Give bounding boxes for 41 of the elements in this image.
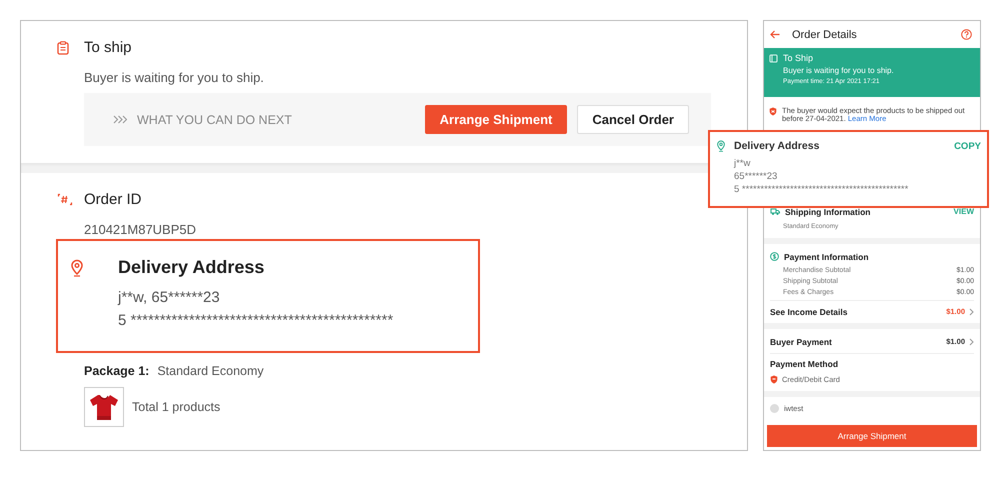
address-line: 5 ********************************************* xyxy=(734,183,910,196)
section-title: Order ID xyxy=(84,191,142,208)
chevron-right-icon xyxy=(969,308,974,316)
status-title: To Ship xyxy=(783,53,814,63)
delivery-address-title: Delivery Address xyxy=(118,257,266,278)
next-actions-label: WHAT YOU CAN DO NEXT xyxy=(137,112,293,126)
view-link[interactable]: VIEW xyxy=(954,207,974,216)
shipping-option: Standard Economy xyxy=(157,364,264,378)
dollar-icon xyxy=(770,252,779,261)
order-id: 210421M87UBP5D xyxy=(84,222,198,237)
location-pin-icon xyxy=(716,140,726,152)
chevrons-icon xyxy=(113,115,127,124)
hash-icon xyxy=(57,193,73,206)
avatar-icon xyxy=(770,404,779,412)
book-icon xyxy=(769,54,778,62)
location-pin-icon xyxy=(70,259,84,277)
address-line: 65******23 xyxy=(734,170,778,183)
cancel-order-button[interactable]: Cancel Order xyxy=(577,105,689,134)
status-message: Buyer is waiting for you to ship. xyxy=(783,66,895,75)
card-shield-icon xyxy=(770,374,778,384)
help-icon[interactable] xyxy=(961,29,972,40)
truck-icon xyxy=(770,207,780,216)
arrange-shipment-button[interactable]: Arrange Shipment xyxy=(424,105,568,134)
package-label: Package 1: xyxy=(84,364,150,378)
clipboard-icon xyxy=(57,40,69,54)
address-line: j**w, 65******23 xyxy=(118,289,221,306)
status-message: Buyer is waiting for you to ship. xyxy=(84,70,265,85)
address-line: j**w xyxy=(734,157,752,170)
arrange-shipment-button[interactable]: Arrange Shipment xyxy=(767,425,977,447)
back-arrow-icon[interactable] xyxy=(770,30,780,39)
shield-icon xyxy=(769,107,777,116)
section-title: Payment Information xyxy=(784,252,870,262)
delivery-address-title: Delivery Address xyxy=(734,140,820,152)
section-title: To ship xyxy=(84,39,132,56)
section-title: Payment Method xyxy=(770,358,840,368)
screen-title: Order Details xyxy=(792,28,858,40)
address-line: 5 ********************************************* xyxy=(118,312,394,329)
chevron-right-icon xyxy=(969,338,974,346)
product-count: Total 1 products xyxy=(132,400,220,414)
copy-button[interactable]: COPY xyxy=(954,140,981,152)
section-title: Shipping Information xyxy=(785,206,872,216)
